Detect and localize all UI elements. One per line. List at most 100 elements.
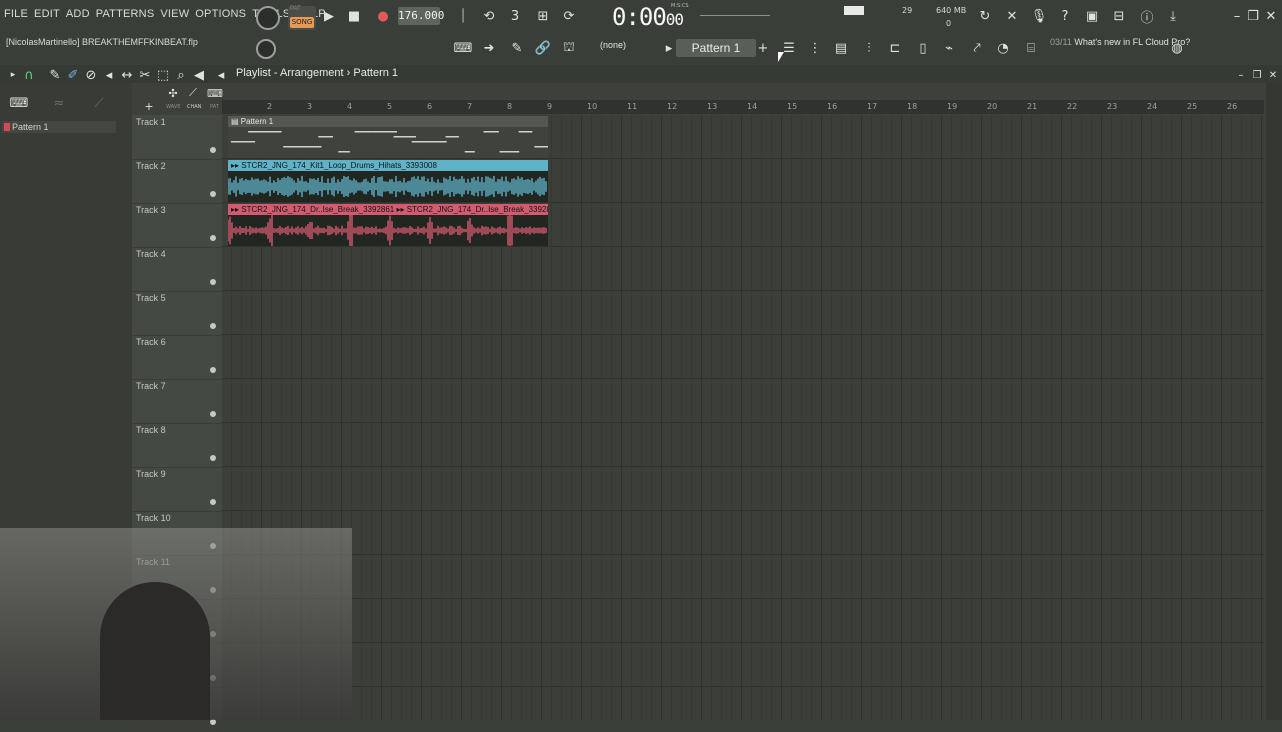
arrow-icon[interactable]: ➜ [480,39,498,57]
pat-song-toggle[interactable]: PAT SONG [288,6,316,30]
memory-value: 640 MB [936,6,967,15]
save-icon[interactable]: ▣ [1083,7,1101,25]
zoom-tool-icon[interactable]: ⌕ [172,66,190,84]
pick-icon[interactable]: ⤤ [968,39,986,57]
mouse-icon[interactable]: ◔ [994,39,1012,57]
download-icon[interactable]: ⤓ [1164,7,1182,25]
browser-icon[interactable]: ⊏ [886,39,904,57]
track-name: Track 7 [136,381,166,391]
pencil-icon[interactable]: ✎ [508,39,526,57]
pl-close-icon[interactable]: ✕ [1264,66,1282,84]
step-sequencer-icon[interactable]: ▤ [832,39,850,57]
track-header[interactable]: Track 4 [132,247,222,292]
link-icon[interactable]: 🔗 [534,39,552,57]
picker-auto-icon[interactable]: ⟋ [90,94,108,112]
ruler-tick: 14 [747,102,758,111]
timeline-ruler[interactable]: 2 3 4 5 6 7 8 9 10 11 12 13 14 15 16 17 18 19 20 21 22 23 24 25… [222,100,1264,114]
arrangement-grid[interactable]: ▤ Pattern 1 ▸▸ STCR2_JNG_174_Kit1_Loop_Dr… [222,115,1264,720]
help-icon[interactable]: ? [1056,7,1074,25]
playlist-clip[interactable]: ▤ Pattern 1 [228,116,548,158]
track-header[interactable]: Track 1 [132,115,222,160]
menu-patterns[interactable]: PATTERNS [96,8,155,26]
clip-label: ▸▸ STCR2_JNG_174_Dr..Ise_Break_3392861 ▸… [228,204,548,215]
add-pattern-icon[interactable]: + [754,39,772,57]
playlist-clip[interactable]: ▸▸ STCR2_JNG_174_Kit1_Loop_Drums_Hihats_… [228,160,548,202]
ruler-tick: 20 [987,102,998,111]
time-small: 00 [665,10,684,29]
ruler-tick: 2 [267,102,273,111]
playlist-clip[interactable]: ▸▸ STCR2_JNG_174_Dr..Ise_Break_3392861 ▸… [228,204,548,246]
track-mute-dot[interactable] [210,499,216,505]
header-audio-icon[interactable]: ✣ [164,84,182,102]
menu-view[interactable]: VIEW [160,8,189,26]
magnet-icon[interactable]: ∩ [20,66,38,84]
mixer-view-icon[interactable]: ⫶ [860,39,878,57]
ruler-tick: 21 [1027,102,1038,111]
metronome-icon[interactable]: ⏐ [454,7,472,25]
track-mute-dot[interactable] [210,455,216,461]
cart-icon[interactable]: ⌸ [1022,39,1040,57]
stop-icon[interactable]: ■ [345,7,363,25]
track-header[interactable]: Track 5 [132,291,222,336]
panic-icon[interactable]: ✕ [1003,7,1021,25]
mixer-icon[interactable]: ⊟ [1110,7,1128,25]
track-mute-dot[interactable] [210,367,216,373]
channel-rack-icon[interactable]: ⋮ [806,39,824,57]
track-mute-dot[interactable] [210,235,216,241]
delete-tool-icon[interactable]: ⊘ [82,66,100,84]
step-edit-icon[interactable]: ⊞ [534,7,552,25]
track-mute-dot[interactable] [210,411,216,417]
track-header[interactable]: Track 8 [132,423,222,468]
menu-edit[interactable]: EDIT [34,8,60,26]
track-mute-dot[interactable] [210,147,216,153]
play-icon[interactable]: ▶ [320,7,338,25]
pitch-knob[interactable] [256,39,276,59]
header-auto-icon[interactable]: ⟋ [184,84,202,102]
track-mute-dot[interactable] [210,279,216,285]
loop-record-icon[interactable]: ⟳ [560,7,578,25]
track-header[interactable]: Track 2 [132,159,222,204]
snap-select[interactable]: (none) [600,40,656,56]
pattern-select[interactable]: Pattern 1 [676,39,756,57]
info-icon[interactable]: ⓘ [1138,7,1156,26]
menu-options[interactable]: OPTIONS [195,8,246,26]
refresh-icon[interactable]: ↻ [976,7,994,25]
track-header[interactable]: Track 6 [132,335,222,380]
menu-file[interactable]: FILE [4,8,28,26]
picker-piano-icon[interactable]: ⌨ [10,94,29,112]
picker-item-pattern-1[interactable]: Pattern 1 [2,121,116,133]
slip-tool-icon[interactable]: ↔ [118,66,136,84]
track-header[interactable]: Track 9 [132,467,222,512]
collapse-icon[interactable]: ◂ [212,66,230,84]
record-icon[interactable]: ● [374,7,392,25]
waveform [228,215,548,246]
plugin-icon[interactable]: ⌁ [940,39,958,57]
menu-add[interactable]: ADD [66,8,90,26]
stamp-icon[interactable]: ⛫ [560,39,578,57]
close-icon[interactable]: ✕ [1262,7,1280,25]
picker-wave-icon[interactable]: ≈ [50,94,68,112]
master-volume-knob[interactable] [256,6,280,30]
microphone-icon[interactable]: 🎙 [1030,7,1048,25]
globe-icon[interactable]: ◍ [1168,39,1186,57]
select-tool-icon[interactable]: ⬚ [154,66,172,84]
wait-for-input-icon[interactable]: ⟲ [480,7,498,25]
playback-tool-icon[interactable]: ◀ [190,66,208,84]
track-mute-dot[interactable] [210,191,216,197]
piano-roll-icon[interactable]: ⌨ [454,39,473,57]
countdown-icon[interactable]: 3 [506,7,524,25]
track-mute-dot[interactable] [210,323,216,329]
pencil-tool-icon[interactable]: ✎ [46,66,64,84]
restore-icon[interactable]: ❐ [1244,7,1262,25]
track-header[interactable]: Track 7 [132,379,222,424]
track-header[interactable]: Track 3 [132,203,222,248]
track-name: Track 8 [136,425,166,435]
vertical-scrollbar[interactable] [1266,83,1282,720]
tempo-display[interactable]: 176.000 [398,7,444,25]
add-track-icon[interactable]: + [140,97,158,115]
slice-tool-icon[interactable]: ✂ [136,66,154,84]
file-icon[interactable]: ▯ [914,39,932,57]
mute-tool-icon[interactable]: ◂ [100,66,118,84]
paint-tool-icon[interactable]: ✐ [64,66,82,84]
mini-label-wave: WAVE [166,104,181,110]
